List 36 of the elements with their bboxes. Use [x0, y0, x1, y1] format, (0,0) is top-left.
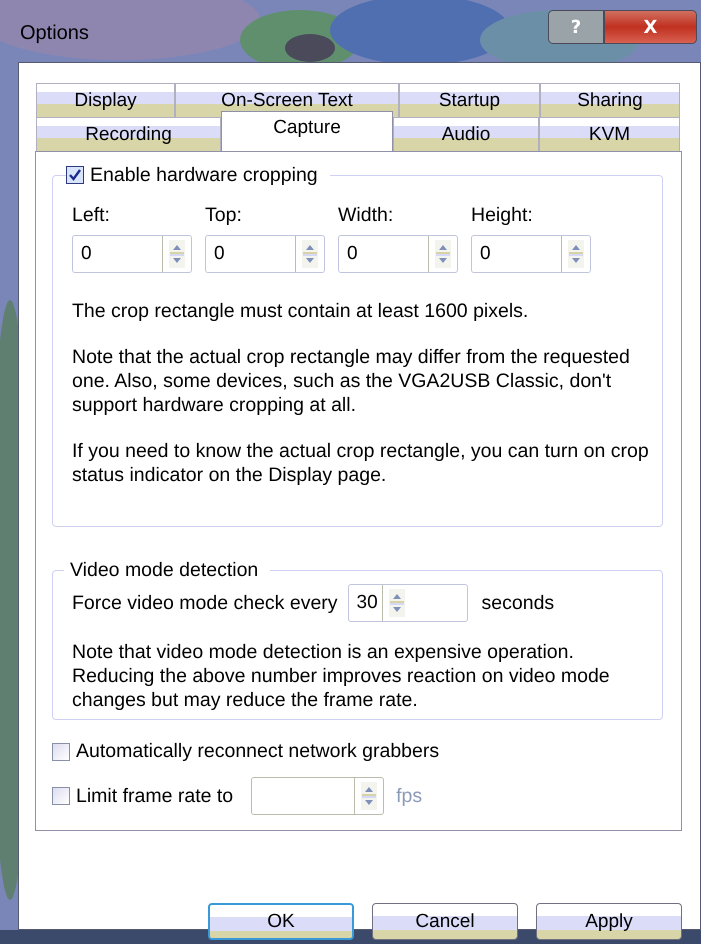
number-field[interactable]: 0	[338, 235, 458, 273]
number-field[interactable]: 0	[471, 235, 591, 273]
checkbox-label: Limit frame rate to	[76, 784, 234, 808]
number-field[interactable]: 30	[348, 584, 468, 622]
checkbox-label: Enable hardware cropping	[90, 164, 318, 186]
dialog-button[interactable]: Cancel	[372, 903, 518, 940]
dialog-button[interactable]: OK	[208, 903, 354, 940]
group-title: Video mode detection	[70, 558, 258, 582]
tab[interactable]: Startup	[399, 83, 540, 117]
checkbox[interactable]	[52, 742, 70, 760]
tab[interactable]: Recording	[36, 117, 221, 151]
note-text: Note that the actual crop rectangle may differ from the requested one. Also, some devices, such as the VGA2USB Classic, don't support hardware cropping at all.	[72, 345, 631, 417]
number-field[interactable]: 0	[205, 235, 325, 273]
tab[interactable]: Audio	[393, 117, 539, 151]
number-field[interactable]	[251, 777, 384, 815]
window-title: Options	[20, 22, 89, 45]
note-text: Note that video mode detection is an expensive operation. Reducing the above number improves reaction on video mode changes but may reduce the frame rate.	[72, 640, 611, 712]
unit-label: seconds	[482, 592, 554, 614]
close-button[interactable]: X	[604, 10, 697, 44]
note-text: If you need to know the actual crop rectangle, you can turn on crop status indicator on the Display page.	[72, 439, 649, 487]
field-label: Top:	[205, 204, 243, 227]
tab[interactable]: KVM	[539, 117, 680, 151]
field-label: Width:	[338, 204, 394, 227]
tab[interactable]: Display	[36, 83, 175, 117]
tab[interactable]: Sharing	[540, 83, 680, 117]
checkbox-label: Automatically reconnect network grabbers	[76, 740, 440, 763]
checkbox[interactable]	[66, 166, 84, 184]
checkbox[interactable]	[52, 787, 70, 805]
field-label: Left:	[72, 204, 111, 227]
unit-label: fps	[396, 784, 422, 808]
dialog-button[interactable]: Apply	[536, 903, 682, 940]
field-label: Force video mode check every	[72, 592, 338, 614]
note-text: The crop rectangle must contain at least 1600 pixels.	[72, 299, 530, 323]
number-field[interactable]: 0	[72, 235, 192, 273]
tab[interactable]: Capture	[221, 111, 393, 151]
field-label: Height:	[471, 204, 534, 227]
